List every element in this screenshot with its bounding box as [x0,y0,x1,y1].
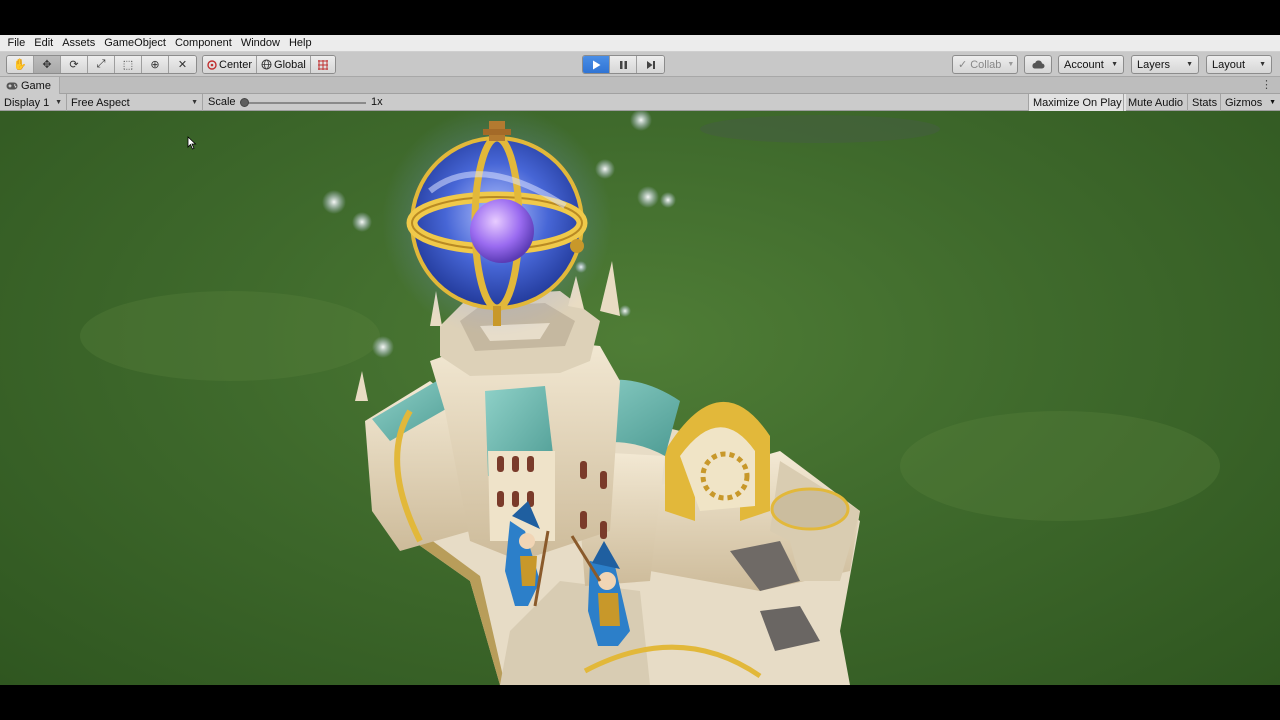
menu-file[interactable]: File [3,37,30,49]
layout-dropdown[interactable]: Layout ▼ [1206,55,1272,74]
menu-assets[interactable]: Assets [58,37,100,49]
pause-icon [619,60,627,69]
display-dropdown[interactable]: Display 1 ▼ [0,94,67,111]
chevron-down-icon: ▼ [1111,61,1118,68]
tab-game-label: Game [21,79,51,92]
step-button[interactable] [637,56,664,73]
rotate-tool-button[interactable]: ⟳ [61,56,88,73]
account-dropdown[interactable]: Account ▼ [1058,55,1124,74]
layers-label: Layers [1137,58,1171,71]
letterbox-top [0,0,1280,35]
more-options-icon[interactable]: ⋮ [1261,79,1272,91]
transform-tool-button[interactable]: ⊕ [142,56,169,73]
chevron-down-icon: ▼ [1186,61,1193,68]
transform-tools-group: ✋ ✥ ⟳ ⤢ ⬚ ⊕ ✕ [6,55,197,74]
gizmos-label: Gizmos [1225,96,1263,109]
hand-icon: ✋ [13,59,27,71]
pivot-global-label: Global [274,58,306,71]
chevron-down-icon: ▼ [55,99,62,106]
tools-icon: ✕ [177,59,188,71]
chevron-down-icon: ▼ [191,99,198,106]
chevron-down-icon: ▼ [1259,61,1266,68]
stats-button[interactable]: Stats [1187,94,1221,111]
scale-value: 1x [371,96,383,108]
grid-snap-icon [317,59,328,70]
tab-bar: Game ⋮ [0,77,1280,94]
collab-dropdown[interactable]: ✓ Collab ▼ [952,55,1018,74]
play-icon [592,60,600,69]
account-label: Account [1064,58,1104,71]
rect-icon: ⬚ [122,59,134,71]
custom-tool-button[interactable]: ✕ [169,56,196,73]
menu-gameobject[interactable]: GameObject [100,37,171,49]
gamepad-icon [6,82,18,89]
menu-component[interactable]: Component [170,37,236,49]
chevron-down-icon: ▼ [1007,61,1015,68]
maximize-on-play-button[interactable]: Maximize On Play [1028,94,1126,111]
hand-tool-button[interactable]: ✋ [7,56,34,73]
scale-icon: ⤢ [96,58,106,70]
playmode-group [582,55,665,74]
globe-icon [261,59,272,70]
cloud-icon [1032,60,1045,69]
mouse-cursor-icon [187,136,197,150]
check-icon: ✓ [958,59,968,71]
game-view-bar: Display 1 ▼ Free Aspect ▼ Scale 1x Maxim… [0,94,1280,111]
letterbox-bottom [0,685,1280,720]
play-button[interactable] [583,56,610,73]
transform-icon: ⊕ [150,59,160,71]
pivot-group: Center Global [202,55,336,74]
grid-snap-button[interactable] [310,56,335,73]
tab-game[interactable]: Game [0,77,60,94]
menu-edit[interactable]: Edit [30,37,58,49]
pivot-icon [207,59,217,70]
menu-help[interactable]: Help [284,37,316,49]
menu-bar: File Edit Assets GameObject Component Wi… [0,35,1280,52]
scale-slider-track[interactable] [244,102,366,104]
pivot-center-label: Center [219,58,253,71]
rotate-icon: ⟳ [69,59,79,71]
pivot-global-button[interactable]: Global [257,56,311,73]
display-label: Display 1 [4,96,50,109]
collab-label: Collab [970,58,1002,71]
layers-dropdown[interactable]: Layers ▼ [1131,55,1199,74]
pause-button[interactable] [610,56,637,73]
aspect-dropdown[interactable]: Free Aspect ▼ [67,94,203,111]
scale-tool-button[interactable]: ⤢ [88,56,115,73]
menu-window[interactable]: Window [236,37,284,49]
rect-tool-button[interactable]: ⬚ [115,56,142,73]
cloud-button[interactable] [1024,55,1052,74]
mute-audio-button[interactable]: Mute Audio [1123,94,1187,111]
gizmos-dropdown[interactable]: Gizmos ▼ [1220,94,1280,111]
scale-slider-thumb[interactable] [240,98,249,107]
main-toolbar: ✋ ✥ ⟳ ⤢ ⬚ ⊕ ✕ Center Global ✓ Collab ▼ A… [0,52,1280,77]
observatory-scene [322,111,860,685]
move-tool-button[interactable]: ✥ [34,56,61,73]
aspect-label: Free Aspect [71,96,130,109]
move-icon: ✥ [42,59,52,71]
game-viewport[interactable] [0,111,1280,685]
layout-label: Layout [1212,58,1246,71]
pivot-center-button[interactable]: Center [203,56,258,73]
scale-label: Scale [208,96,236,108]
chevron-down-icon: ▼ [1269,99,1276,106]
step-icon [646,60,655,69]
